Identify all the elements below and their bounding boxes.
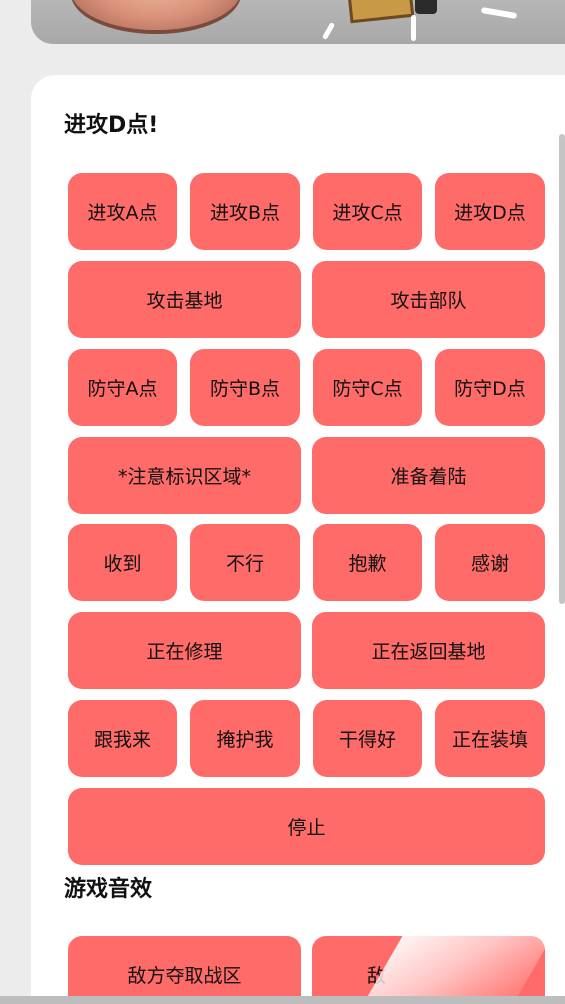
sound-button-stop[interactable]: 停止 [68, 788, 545, 865]
sound-button-enemy-partial[interactable]: 敌 [312, 936, 545, 1004]
sound-button-defend-c[interactable]: 防守C点 [313, 349, 422, 426]
sound-button-attack-c[interactable]: 进攻C点 [313, 173, 422, 250]
sound-button-mark-area[interactable]: *注意标识区域* [68, 437, 301, 514]
sound-button-attack-d[interactable]: 进攻D点 [435, 173, 545, 250]
figure-art [415, 0, 437, 14]
soundboard-screen: 进攻D点! 进攻A点 进攻B点 进攻C点 进攻D点 攻击基地 攻击部队 防守A点… [0, 0, 565, 1004]
sound-button-defend-b[interactable]: 防守B点 [190, 349, 300, 426]
sound-button-returning-base[interactable]: 正在返回基地 [312, 612, 545, 689]
motion-line [411, 15, 416, 41]
sound-button-sorry[interactable]: 抱歉 [313, 524, 422, 601]
sound-button-attack-b[interactable]: 进攻B点 [190, 173, 300, 250]
crate-art [347, 0, 415, 24]
sound-button-prepare-landing[interactable]: 准备着陆 [312, 437, 545, 514]
motion-line [321, 21, 336, 41]
sound-button-defend-d[interactable]: 防守D点 [435, 349, 545, 426]
sound-button-negative[interactable]: 不行 [190, 524, 300, 601]
section-title-commands: 进攻D点! [64, 113, 159, 138]
character-face-art [71, 0, 241, 30]
sound-button-defend-a[interactable]: 防守A点 [68, 349, 177, 426]
sound-button-reloading[interactable]: 正在装填 [435, 700, 545, 777]
sound-button-repairing[interactable]: 正在修理 [68, 612, 301, 689]
bottom-edge [0, 996, 565, 1004]
sound-button-attack-base[interactable]: 攻击基地 [68, 261, 301, 338]
sound-button-thanks[interactable]: 感谢 [435, 524, 545, 601]
sound-button-enemy-capture-zone[interactable]: 敌方夺取战区 [68, 936, 301, 1004]
sound-button-attack-a[interactable]: 进攻A点 [68, 173, 177, 250]
header-banner-image [31, 0, 565, 44]
sound-button-well-done[interactable]: 干得好 [313, 700, 422, 777]
scrollbar[interactable] [559, 134, 565, 604]
sound-button-attack-units[interactable]: 攻击部队 [312, 261, 545, 338]
sound-button-follow-me[interactable]: 跟我来 [68, 700, 177, 777]
sound-button-cover-me[interactable]: 掩护我 [190, 700, 300, 777]
motion-line [480, 6, 518, 20]
sound-button-roger[interactable]: 收到 [68, 524, 177, 601]
section-title-game-sounds: 游戏音效 [64, 877, 153, 902]
